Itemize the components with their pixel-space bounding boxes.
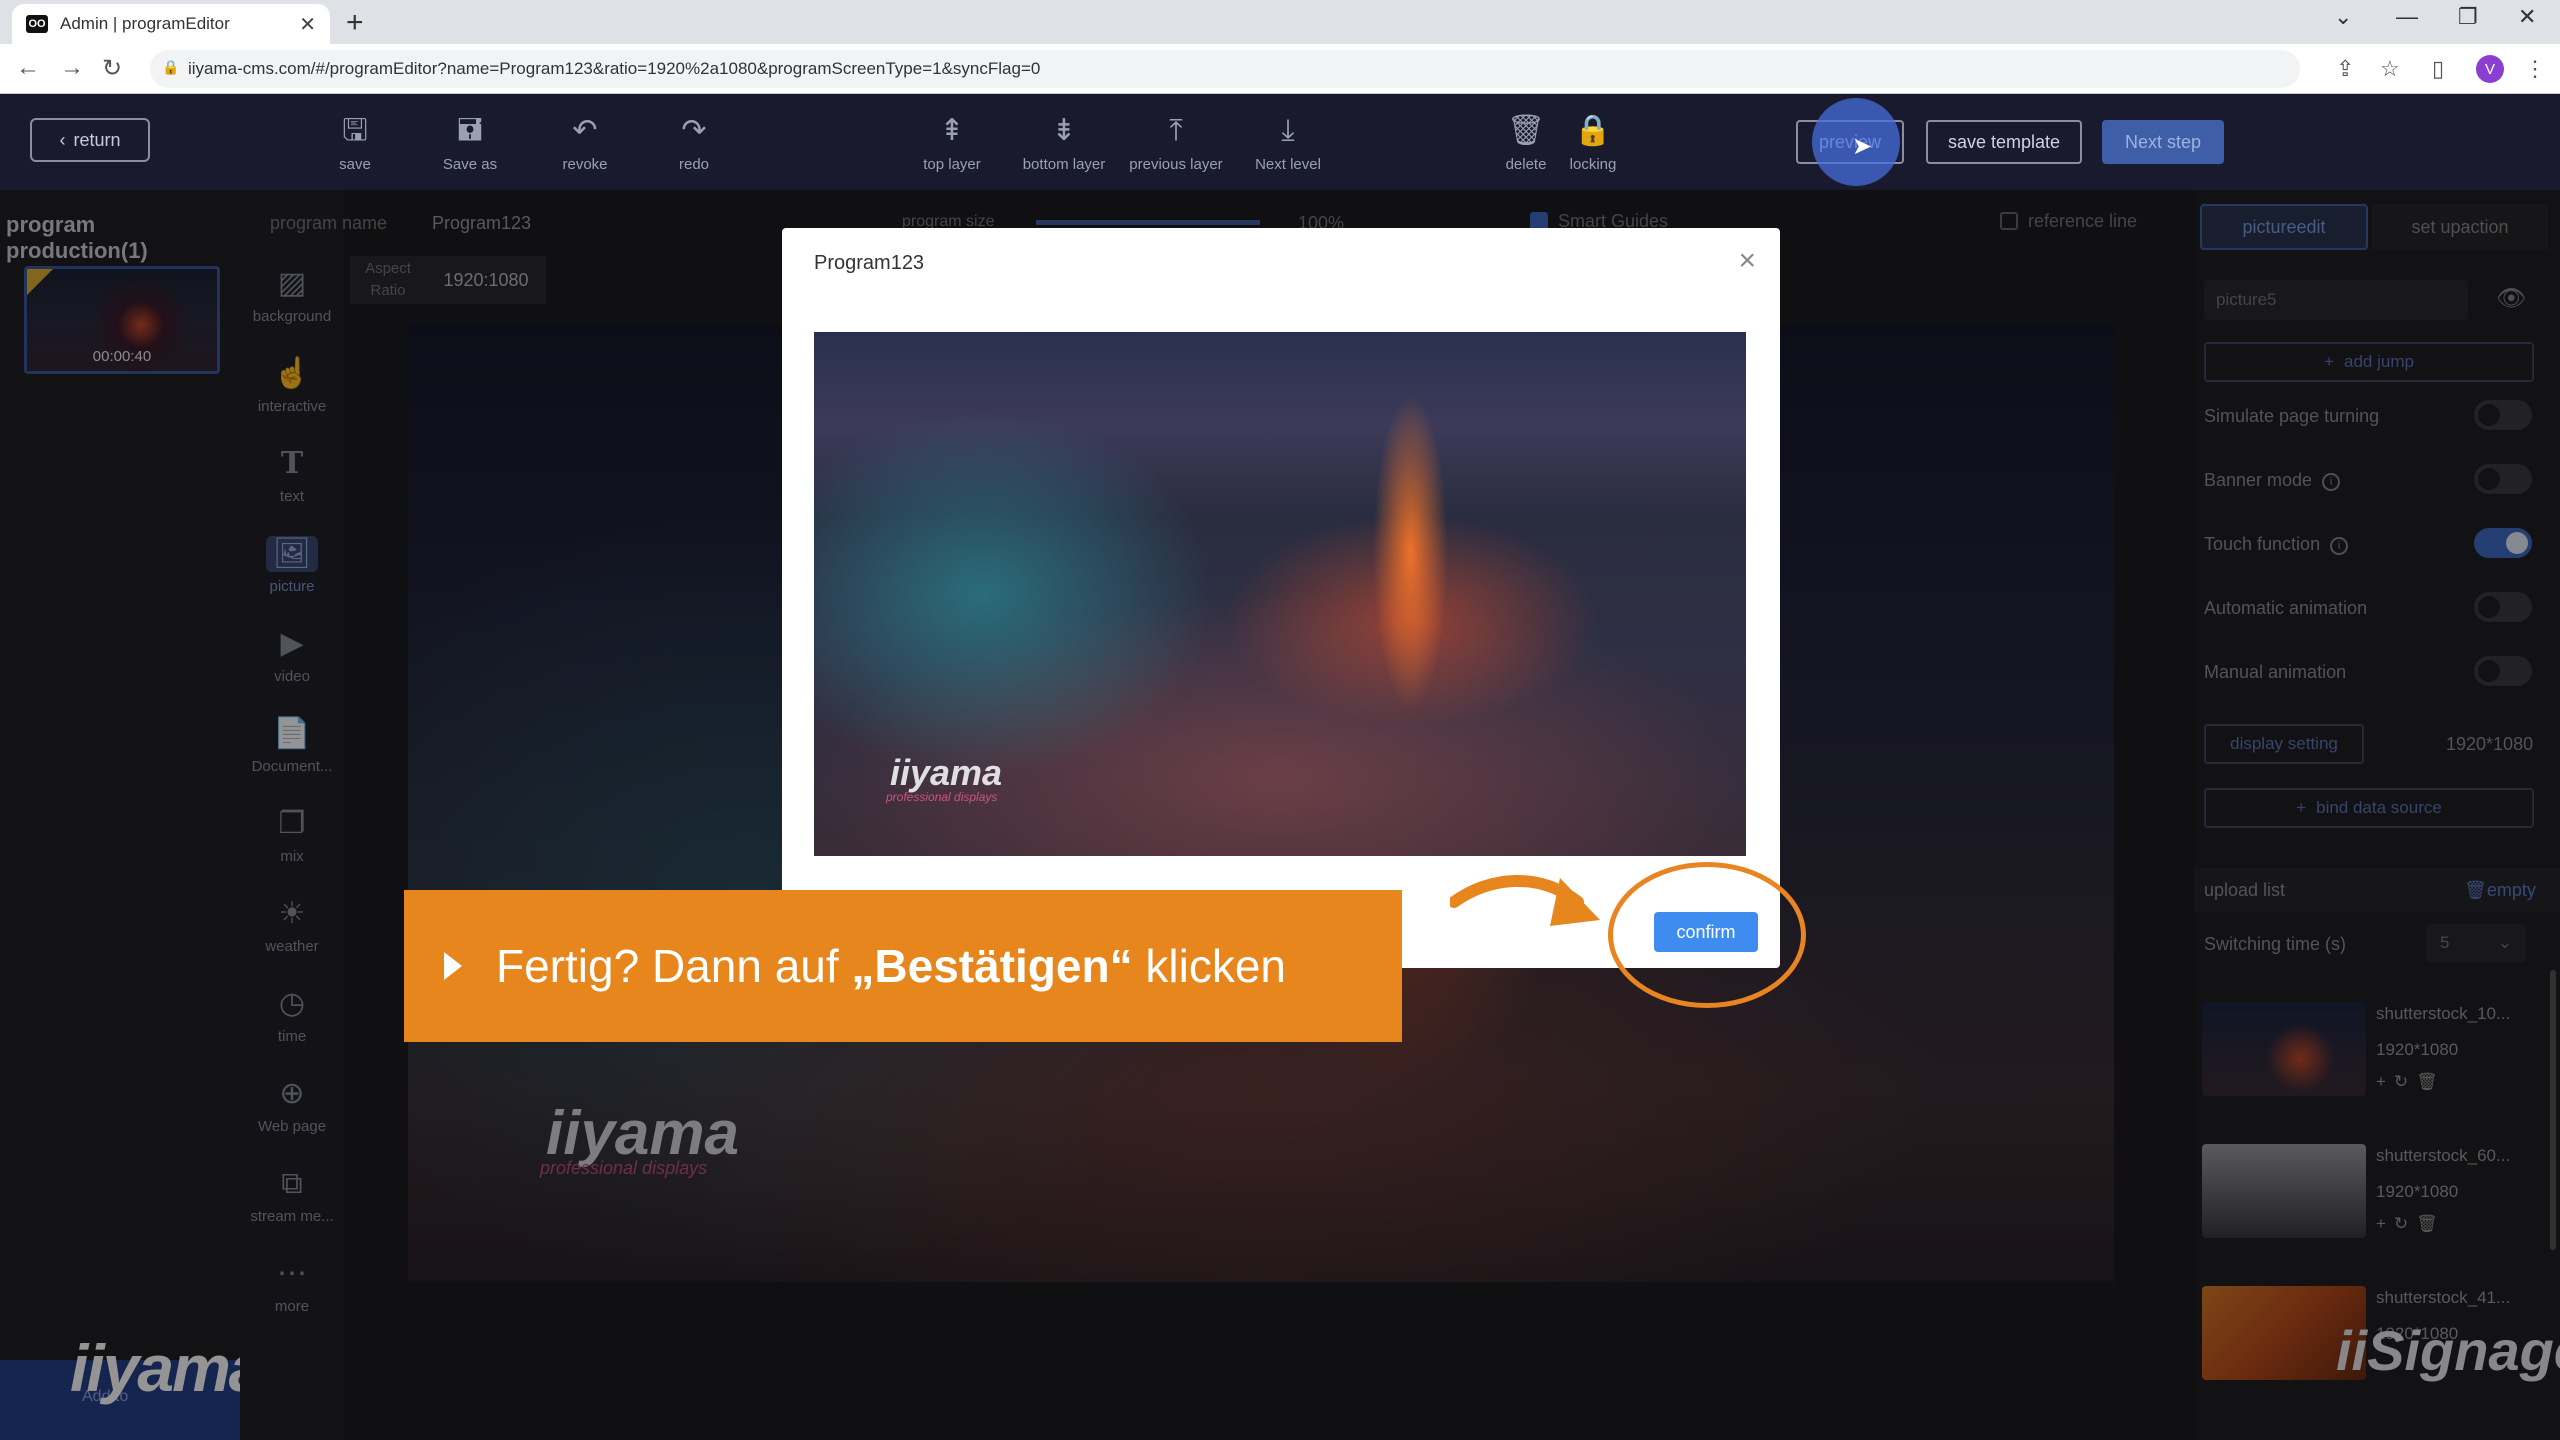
mouse-cursor-icon: ➤ bbox=[1852, 133, 1873, 160]
previous-layer-tool-label: previous layer bbox=[1129, 156, 1223, 173]
tutorial-banner: Fertig? Dann auf „Bestätigen“ klicken bbox=[404, 890, 1402, 1042]
revoke-tool-label: revoke bbox=[562, 156, 608, 173]
side-panel-icon[interactable]: ▯ bbox=[2432, 56, 2444, 82]
chevron-left-icon: ‹ bbox=[59, 129, 66, 150]
tab-search-icon[interactable]: ⌄ bbox=[2334, 4, 2352, 30]
save-tool[interactable]: 🖫 save bbox=[295, 112, 415, 173]
close-tab-icon[interactable]: ✕ bbox=[299, 12, 316, 37]
tutorial-text-before: Fertig? Dann auf bbox=[496, 940, 852, 992]
preview-modal: Program123 × iiyama professional display… bbox=[782, 228, 1780, 968]
bottom-layer-tool-label: bottom layer bbox=[1022, 156, 1106, 173]
return-button[interactable]: ‹ return bbox=[30, 118, 150, 162]
locking-tool[interactable]: 🔒 locking bbox=[1533, 112, 1653, 173]
bookmark-star-icon[interactable]: ☆ bbox=[2380, 56, 2400, 82]
tutorial-text-bold: „Bestätigen“ bbox=[851, 940, 1133, 992]
bottom-layer-tool[interactable]: ⇟ bottom layer bbox=[1004, 112, 1124, 173]
save-icon: 🖫 bbox=[342, 114, 368, 147]
new-tab-icon[interactable]: + bbox=[346, 6, 364, 40]
previous-layer-tool[interactable]: ⤒ previous layer bbox=[1116, 112, 1236, 173]
back-icon[interactable]: ← bbox=[16, 54, 40, 82]
share-icon[interactable]: ⇪ bbox=[2336, 56, 2354, 82]
locking-tool-label: locking bbox=[1569, 156, 1617, 173]
save-tool-label: save bbox=[339, 156, 371, 173]
save-as-tool-label: Save as bbox=[442, 156, 498, 173]
modal-title: Program123 bbox=[814, 252, 925, 274]
play-triangle-icon bbox=[444, 952, 462, 980]
tutorial-text: Fertig? Dann auf „Bestätigen“ klicken bbox=[496, 939, 1286, 993]
redo-icon: ↷ bbox=[681, 114, 707, 147]
close-icon[interactable]: × bbox=[1738, 244, 1756, 278]
top-layer-tool[interactable]: ⇞ top layer bbox=[892, 112, 1012, 173]
browser-tab[interactable]: OO Admin | programEditor ✕ bbox=[12, 4, 330, 44]
confirm-highlight-ring bbox=[1608, 862, 1806, 1008]
reload-icon[interactable]: ↻ bbox=[102, 54, 122, 83]
redo-tool[interactable]: ↷ redo bbox=[634, 112, 754, 173]
revoke-tool[interactable]: ↶ revoke bbox=[525, 112, 645, 173]
bottom-layer-icon: ⇟ bbox=[1051, 114, 1077, 147]
tab-title: Admin | programEditor bbox=[60, 14, 230, 33]
save-template-button[interactable]: save template bbox=[1926, 120, 2082, 164]
minimize-icon[interactable]: — bbox=[2396, 4, 2418, 30]
browser-menu-icon[interactable]: ⋮ bbox=[2524, 56, 2546, 82]
pointer-arrow-icon bbox=[1450, 875, 1600, 926]
address-bar-row: ← → ↻ iiyama-cms.com/#/programEditor?nam… bbox=[0, 44, 2560, 94]
top-layer-icon: ⇞ bbox=[939, 114, 965, 147]
forward-icon[interactable]: → bbox=[60, 54, 84, 82]
window-close-icon[interactable]: ✕ bbox=[2518, 4, 2536, 30]
secure-lock-icon[interactable]: 🔒 bbox=[162, 59, 179, 76]
restore-icon[interactable]: ❐ bbox=[2458, 4, 2478, 30]
save-as-tool[interactable]: 🖬 Save as bbox=[410, 112, 530, 173]
editor-toolbar: ‹ return 🖫 save 🖬 Save as ↶ revoke ↷ redo ⇞ t… bbox=[0, 94, 2560, 190]
previous-layer-icon: ⤒ bbox=[1169, 114, 1183, 147]
preview-image: iiyama professional displays bbox=[814, 332, 1746, 856]
preview-iiyama-logo: iiyama bbox=[890, 752, 1003, 793]
preview-logo-subtitle: professional displays bbox=[886, 790, 998, 804]
url-field[interactable]: iiyama-cms.com/#/programEditor?name=Prog… bbox=[150, 50, 2300, 88]
lock-icon: 🔒 bbox=[1574, 114, 1612, 147]
top-layer-tool-label: top layer bbox=[923, 156, 981, 173]
profile-avatar[interactable]: V bbox=[2476, 55, 2504, 83]
undo-icon: ↶ bbox=[572, 114, 598, 147]
next-level-tool[interactable]: ⤓ Next level bbox=[1228, 112, 1348, 173]
redo-tool-label: redo bbox=[678, 156, 710, 173]
browser-tabstrip: OO Admin | programEditor ✕ + ⌄ — ❐ ✕ bbox=[0, 0, 2560, 44]
return-label: return bbox=[73, 129, 121, 150]
tutorial-text-after: klicken bbox=[1132, 940, 1286, 992]
favicon-icon: OO bbox=[26, 15, 48, 33]
next-level-icon: ⤓ bbox=[1281, 114, 1295, 147]
save-as-icon: 🖬 bbox=[457, 114, 483, 147]
next-step-button[interactable]: Next step bbox=[2102, 120, 2224, 164]
next-level-tool-label: Next level bbox=[1255, 156, 1321, 173]
